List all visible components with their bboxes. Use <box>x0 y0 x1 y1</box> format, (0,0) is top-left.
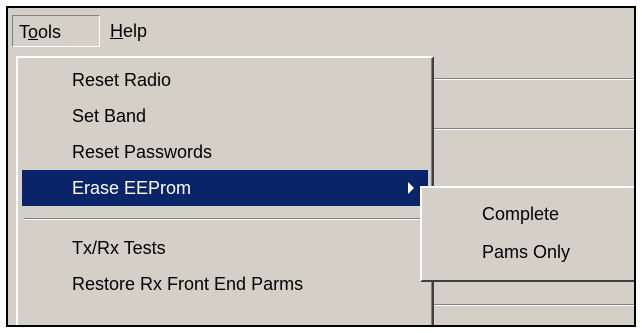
submenu-arrow-icon <box>408 182 414 194</box>
menu-item-label: Tx/Rx Tests <box>72 238 166 258</box>
menu-item-label: Restore Rx Front End Parms <box>72 274 304 294</box>
background-divider <box>428 304 634 306</box>
menu-help[interactable]: Help <box>104 15 153 47</box>
menu-item-erase-eeprom[interactable]: Erase EEProm <box>22 170 428 206</box>
menu-separator <box>24 218 426 220</box>
menu-item-restore-rx-front-end-parms[interactable]: Restore Rx Front End Parms <box>22 266 428 302</box>
menu-item-label: Reset Passwords <box>72 142 213 162</box>
menu-item-reset-radio[interactable]: Reset Radio <box>22 62 428 98</box>
submenu-item-label: Pams Only <box>482 242 571 262</box>
tools-dropdown-menu: Reset Radio Set Band Reset Passwords Era… <box>16 56 434 325</box>
menu-tools[interactable]: Tools <box>12 15 100 47</box>
menu-item-tx-rx-tests[interactable]: Tx/Rx Tests <box>22 230 428 266</box>
submenu-item-label: Complete <box>482 204 560 224</box>
menu-tools-label-end: ols <box>38 22 62 42</box>
menu-bar: Tools Help <box>8 8 634 56</box>
menu-item-label: Set Band <box>72 106 147 126</box>
menu-item-set-band[interactable]: Set Band <box>22 98 428 134</box>
menu-item-label: Erase EEProm <box>72 178 192 198</box>
menu-item-reset-passwords[interactable]: Reset Passwords <box>22 134 428 170</box>
menu-tools-label-start: T <box>19 22 28 42</box>
menu-tools-mnemonic: o <box>28 22 39 42</box>
application-window: Tools Help Reset Radio Set Band Reset Pa… <box>6 6 636 327</box>
menu-help-label-end: elp <box>123 21 148 41</box>
background-divider <box>428 78 634 80</box>
menu-help-mnemonic: H <box>110 21 123 41</box>
background-divider <box>428 128 634 130</box>
menu-item-label: Reset Radio <box>72 70 172 90</box>
erase-eeprom-submenu: Complete Pams Only <box>420 186 634 282</box>
submenu-item-complete[interactable]: Complete <box>426 196 626 232</box>
submenu-item-pams-only[interactable]: Pams Only <box>426 234 626 270</box>
